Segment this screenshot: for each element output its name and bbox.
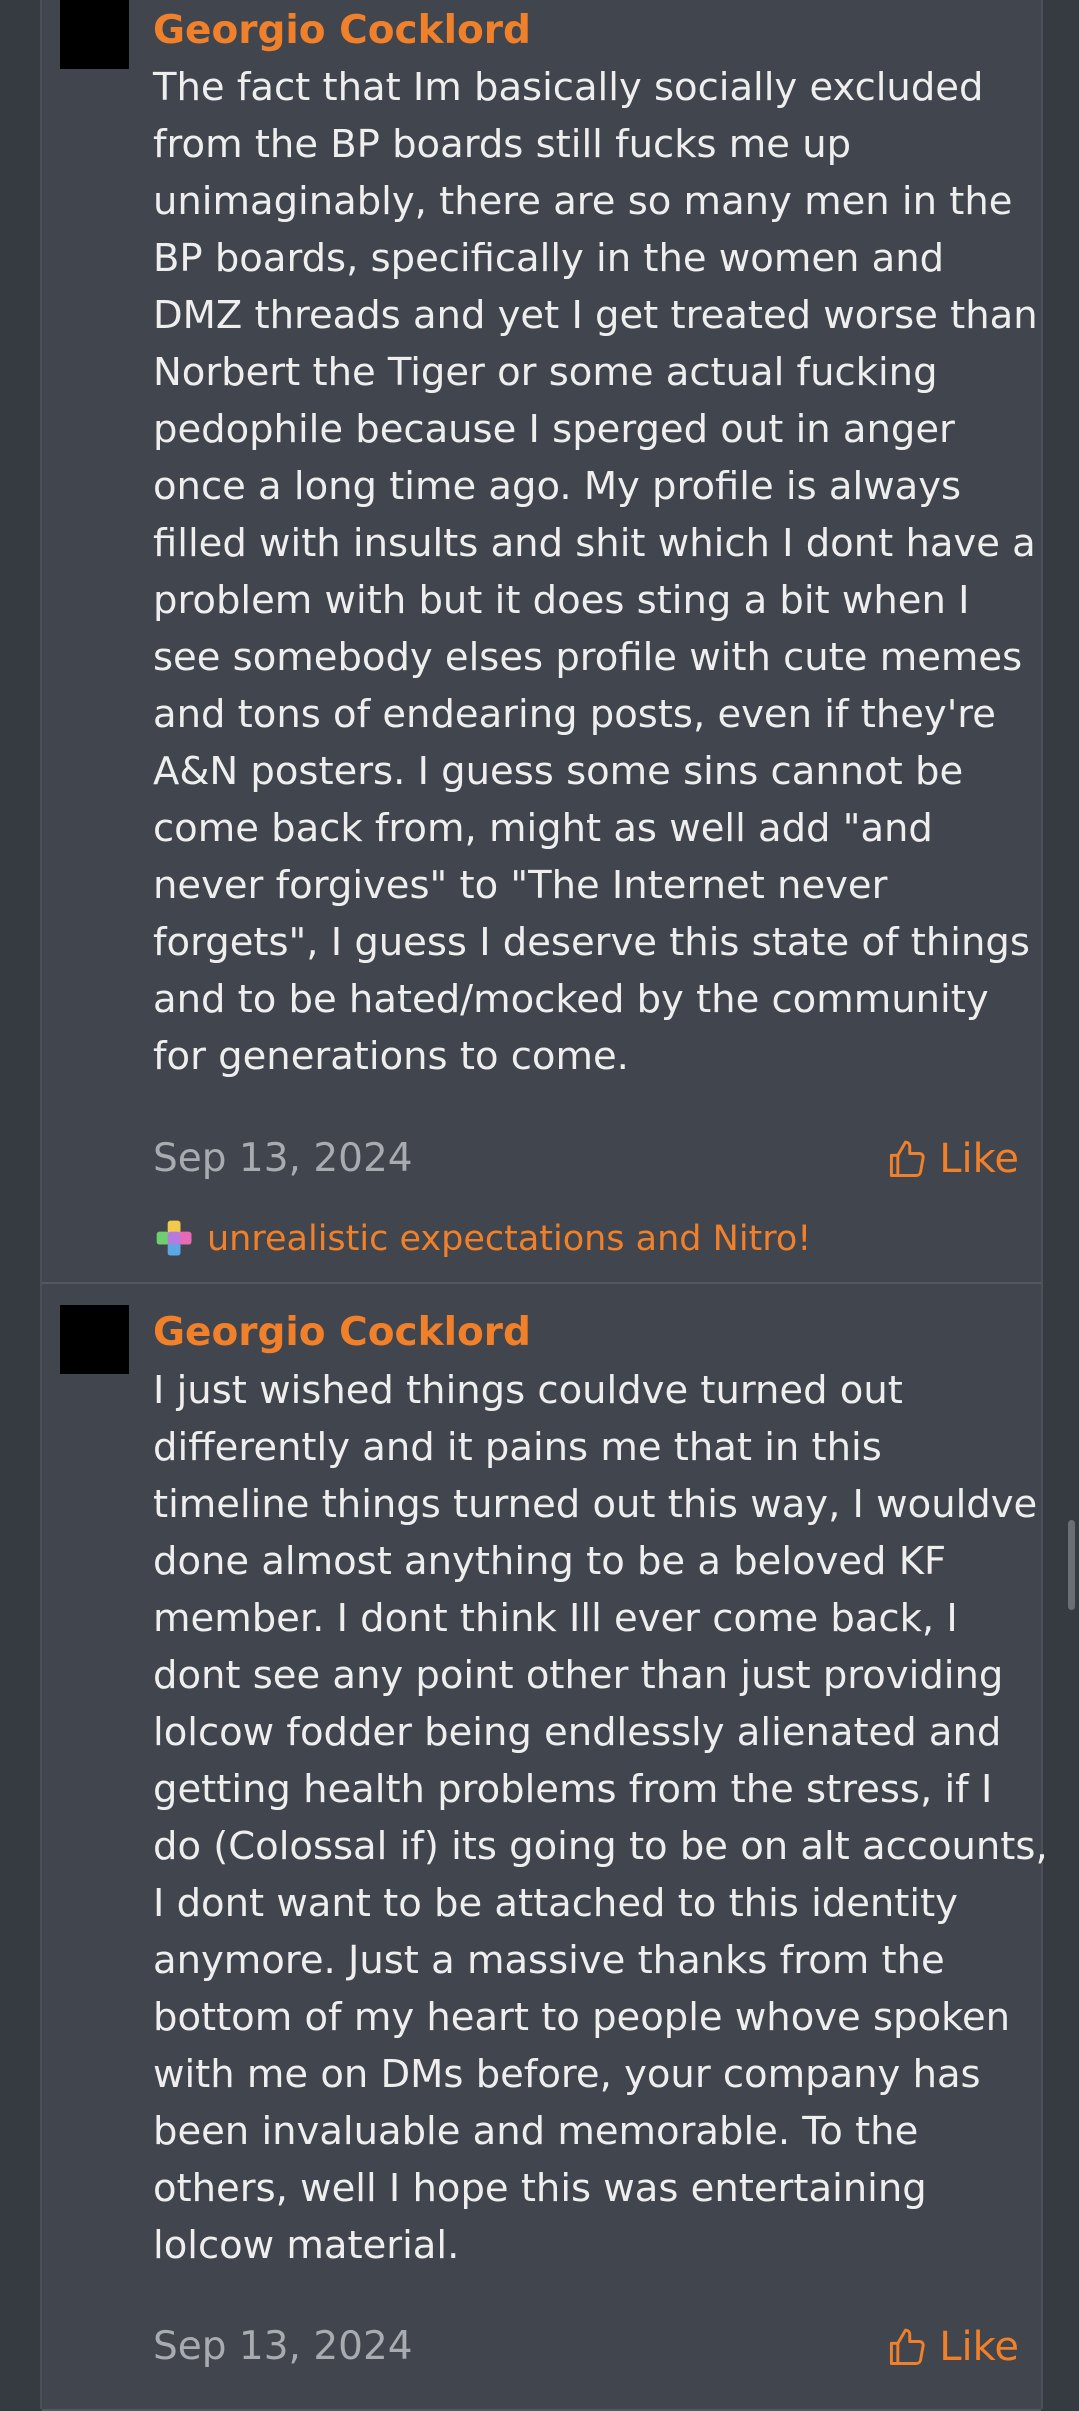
avatar[interactable] xyxy=(60,0,129,69)
post-body-line: been invaluable and memorable. To the xyxy=(153,2109,919,2154)
post-body-line: others, well I hope this was entertainin… xyxy=(153,2166,927,2211)
post-body-line: A&N posters. I guess some sins cannot be xyxy=(153,749,964,794)
post-body: I just wished things couldve turned out … xyxy=(153,1362,1079,2274)
post-body-line: dont see any point other than just provi… xyxy=(153,1653,1004,1698)
reactions-text: unrealistic expectations and Nitro! xyxy=(207,1219,812,1259)
post-body-line: getting health problems from the stress,… xyxy=(153,1767,993,1812)
post-body-line: with me on DMs before, your company has xyxy=(153,2052,981,2097)
like-button[interactable]: Like xyxy=(885,1132,1019,1186)
avatar[interactable] xyxy=(60,1305,129,1374)
post-body-line: Norbert the Tiger or some actual fucking xyxy=(153,350,938,395)
post-body-line: and to be hated/mocked by the community xyxy=(153,977,989,1022)
post-body-line: see somebody elses profile with cute mem… xyxy=(153,635,1023,680)
like-label: Like xyxy=(939,2324,1019,2370)
post-body-line: I dont want to be attached to this ident… xyxy=(153,1881,958,1926)
post-body-line: come back from, might as well add "and xyxy=(153,806,933,851)
like-label: Like xyxy=(939,1136,1019,1182)
post-body-line: lolcow material. xyxy=(153,2223,460,2268)
post: Georgio Cocklord The fact that Im basica… xyxy=(42,0,1041,1284)
post-body: The fact that Im basically socially excl… xyxy=(153,59,1079,1085)
post-body-line: anymore. Just a massive thanks from the xyxy=(153,1938,945,1983)
post-body-line: forgets", I guess I deserve this state o… xyxy=(153,920,1030,965)
post-body-line: problem with but it does sting a bit whe… xyxy=(153,578,970,623)
post-body-line: do (Colossal if) its going to be on alt … xyxy=(153,1824,1048,1869)
post-body-line: done almost anything to be a beloved KF xyxy=(153,1539,947,1584)
post-body-line: I just wished things couldve turned out xyxy=(153,1368,903,1413)
thread-column: Georgio Cocklord The fact that Im basica… xyxy=(40,0,1048,2411)
post-body-line: The fact that Im basically socially excl… xyxy=(153,65,984,110)
post-body-line: from the BP boards still fucks me up xyxy=(153,122,852,167)
post-body-line: once a long time ago. My profile is alwa… xyxy=(153,464,962,509)
like-button[interactable]: Like xyxy=(885,2320,1019,2374)
post-body-line: DMZ threads and yet I get treated worse … xyxy=(153,293,1038,338)
post-body-line: member. I dont think Ill ever come back,… xyxy=(153,1596,958,1641)
post-date[interactable]: Sep 13, 2024 xyxy=(153,2320,413,2374)
post-body-line: filled with insults and shit which I don… xyxy=(153,521,1036,566)
post-body-line: lolcow fodder being endlessly alienated … xyxy=(153,1710,1002,1755)
post-body-line: bottom of my heart to people whove spoke… xyxy=(153,1995,1011,2040)
puzzle-pieces-icon xyxy=(153,1217,197,1261)
thumbs-up-icon xyxy=(885,2325,929,2369)
post-date[interactable]: Sep 13, 2024 xyxy=(153,1132,413,1186)
post-body-line: pedophile because I sperged out in anger xyxy=(153,407,955,452)
post-body-line: for generations to come. xyxy=(153,1034,629,1079)
post-body-line: differently and it pains me that in this xyxy=(153,1425,882,1470)
post-body-line: timeline things turned out this way, I w… xyxy=(153,1482,1038,1527)
post-body-line: and tons of endearing posts, even if the… xyxy=(153,692,996,737)
post: Georgio Cocklord I just wished things co… xyxy=(42,1284,1048,2411)
reactions-bar[interactable]: unrealistic expectations and Nitro! xyxy=(153,1214,811,1264)
post-author[interactable]: Georgio Cocklord xyxy=(153,4,531,58)
post-author[interactable]: Georgio Cocklord xyxy=(153,1306,531,1360)
post-body-line: unimaginably, there are so many men in t… xyxy=(153,179,1013,224)
thumbs-up-icon xyxy=(885,1137,929,1181)
scrollbar-thumb[interactable] xyxy=(1068,1520,1075,1610)
post-body-line: BP boards, specifically in the women and xyxy=(153,236,945,281)
post-body-line: never forgives" to "The Internet never xyxy=(153,863,888,908)
